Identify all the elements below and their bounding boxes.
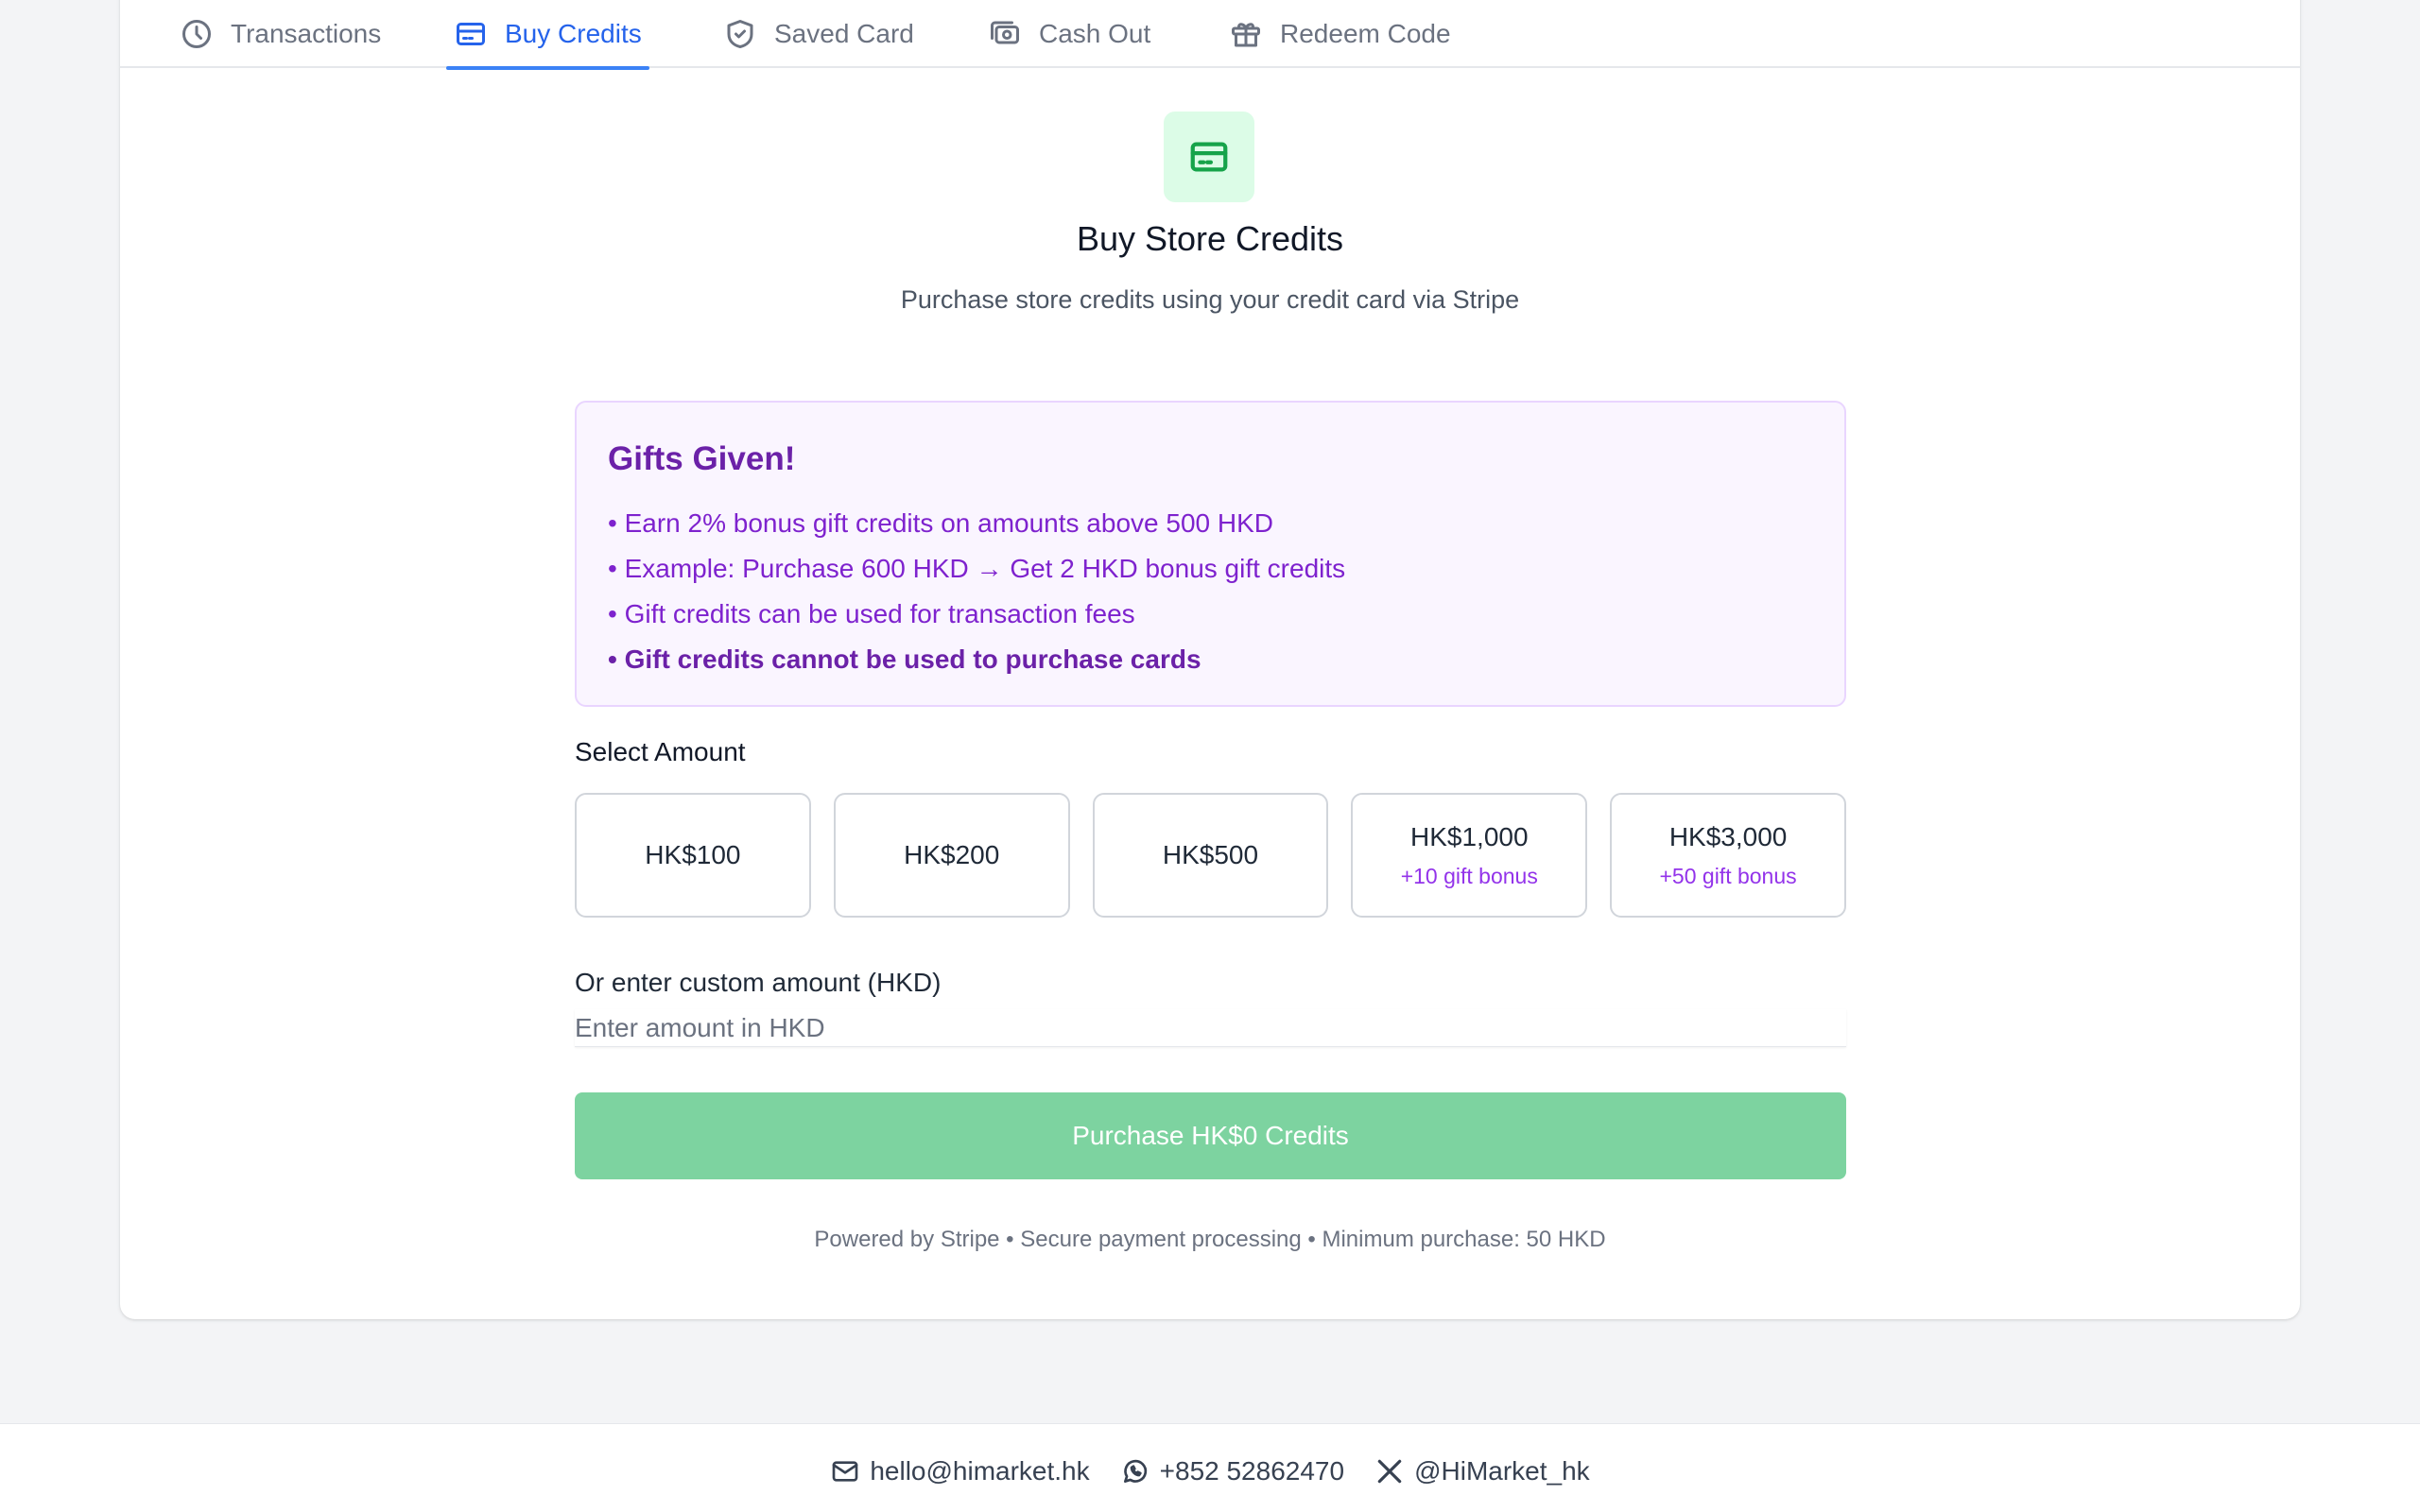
mail-icon <box>832 1460 858 1482</box>
amount-option-200[interactable]: HK$200 <box>833 793 1070 918</box>
tab-label: Transactions <box>231 19 382 48</box>
page-title: Buy Store Credits <box>1076 219 1344 258</box>
gift-line: • Gift credits can be used for transacti… <box>608 599 1135 628</box>
tab-label: Cash Out <box>1039 19 1151 48</box>
page-subtitle: Purchase store credits using your credit… <box>900 285 1520 314</box>
footer-phone-text: +852 52862470 <box>1159 1455 1345 1486</box>
credit-card-badge <box>1164 112 1254 202</box>
gift-line: • Earn 2% bonus gift credits on amounts … <box>608 508 1273 538</box>
custom-amount-input[interactable] <box>575 1009 1846 1047</box>
amount-value: HK$100 <box>645 840 741 869</box>
x-logo-icon <box>1377 1459 1402 1483</box>
amount-value: HK$3,000 <box>1668 821 1788 851</box>
footer: hello@himarket.hk +852 52862470 @HiMarke… <box>0 1423 2420 1512</box>
tab-bar: Transactions Buy Credits Saved Card Cash… <box>120 0 2300 70</box>
payment-note: Powered by Stripe • Secure payment proce… <box>814 1227 1606 1252</box>
amount-value: HK$500 <box>1162 840 1259 869</box>
footer-x[interactable]: @HiMarket_hk <box>1374 1456 1590 1486</box>
amount-bonus: +50 gift bonus <box>1659 863 1797 888</box>
select-amount-label: Select Amount <box>575 737 746 766</box>
tab-label: Saved Card <box>774 19 914 48</box>
custom-amount-label: Or enter custom amount (HKD) <box>575 968 942 997</box>
whatsapp-icon <box>1123 1459 1147 1483</box>
gift-line-warning: • Gift credits cannot be used to purchas… <box>608 644 1201 674</box>
footer-social-text: @HiMarket_hk <box>1414 1455 1590 1486</box>
tab-buy-credits[interactable]: Buy Credits <box>446 0 649 70</box>
clock-icon <box>182 20 211 48</box>
footer-email-text: hello@himarket.hk <box>870 1455 1090 1486</box>
amount-option-1000[interactable]: HK$1,000 +10 gift bonus <box>1351 793 1588 918</box>
credits-panel: Transactions Buy Credits Saved Card Cash… <box>120 0 2300 1319</box>
gift-icon <box>1232 23 1260 47</box>
tab-transactions[interactable]: Transactions <box>172 0 389 68</box>
gift-title: Gifts Given! <box>608 440 796 477</box>
credit-card-icon <box>1190 142 1228 172</box>
purchase-button[interactable]: Purchase HK$0 Credits <box>575 1092 1846 1179</box>
cash-icon <box>991 21 1019 44</box>
gift-line: • Example: Purchase 600 HKD → Get 2 HKD … <box>608 554 1346 583</box>
tab-redeem-code[interactable]: Redeem Code <box>1221 0 1459 68</box>
tab-label: Buy Credits <box>505 19 642 48</box>
amount-option-100[interactable]: HK$100 <box>575 793 811 918</box>
amount-value: HK$1,000 <box>1410 821 1529 851</box>
amount-option-500[interactable]: HK$500 <box>1092 793 1329 918</box>
amount-bonus: +10 gift bonus <box>1400 863 1538 888</box>
credit-card-icon <box>457 23 485 45</box>
amount-options: HK$100 HK$200 HK$500 HK$1,000 +10 gift b… <box>575 793 1846 918</box>
shield-check-icon <box>727 20 753 48</box>
footer-email[interactable]: hello@himarket.hk <box>830 1455 1090 1486</box>
tab-cash-out[interactable]: Cash Out <box>980 0 1158 68</box>
tab-label: Redeem Code <box>1280 19 1451 48</box>
tab-saved-card[interactable]: Saved Card <box>716 0 922 68</box>
footer-whatsapp[interactable]: +852 52862470 <box>1120 1456 1344 1486</box>
amount-value: HK$200 <box>904 840 1000 869</box>
gift-info-box: Gifts Given! • Earn 2% bonus gift credit… <box>575 401 1846 707</box>
amount-option-3000[interactable]: HK$3,000 +50 gift bonus <box>1610 793 1846 918</box>
